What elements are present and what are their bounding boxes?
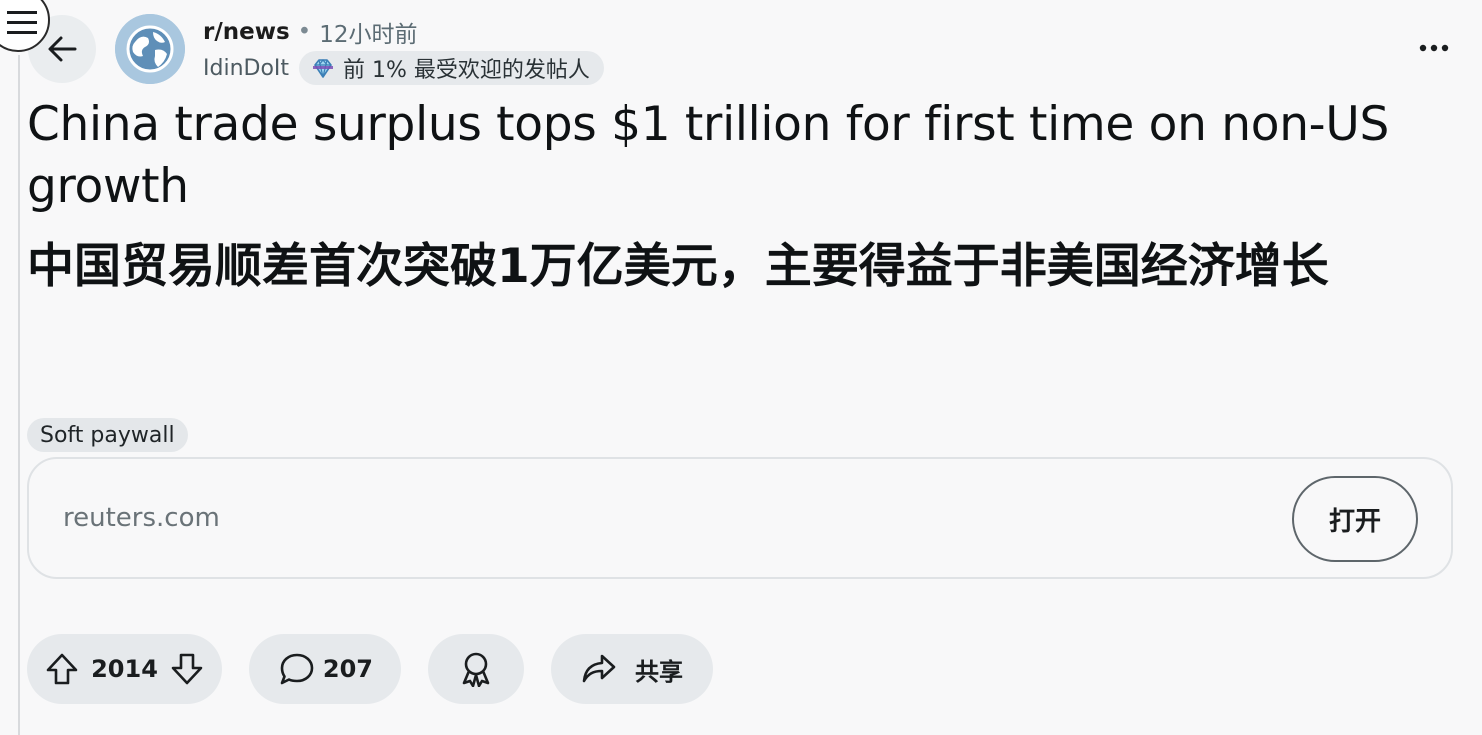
- post-tag: Soft paywall: [27, 418, 188, 452]
- arrow-up-icon[interactable]: [45, 652, 79, 686]
- link-domain: reuters.com: [63, 503, 220, 533]
- gem-icon: [311, 56, 335, 80]
- vote-control: 2014: [27, 634, 222, 704]
- left-divider: [18, 55, 20, 735]
- post-meta: r/news • 12小时前 IdinDoIt 前 1% 最受欢迎的发帖人: [203, 14, 604, 86]
- author-flair: 前 1% 最受欢迎的发帖人: [299, 51, 604, 85]
- comment-count: 207: [322, 655, 373, 683]
- open-link-button[interactable]: 打开: [1292, 476, 1418, 562]
- subreddit-avatar[interactable]: [115, 14, 185, 84]
- more-options-button[interactable]: [1416, 34, 1452, 62]
- hamburger-menu-icon: [7, 10, 37, 36]
- comments-button[interactable]: 207: [249, 634, 401, 704]
- share-label: 共享: [635, 657, 683, 686]
- more-horizontal-icon: [1419, 44, 1449, 52]
- vote-count: 2014: [91, 655, 158, 683]
- globe-icon: [115, 14, 185, 84]
- reddit-post-page: r/news • 12小时前 IdinDoIt 前 1% 最受欢迎的发帖人 Ch…: [0, 0, 1482, 735]
- award-button[interactable]: [428, 634, 524, 704]
- meta-separator: •: [297, 19, 312, 45]
- share-arrow-icon: [581, 653, 617, 685]
- flair-label: 前 1% 最受欢迎的发帖人: [343, 58, 590, 83]
- arrow-left-icon: [45, 32, 79, 66]
- post-age: 12小时前: [319, 22, 418, 48]
- arrow-down-icon[interactable]: [170, 652, 204, 686]
- share-button[interactable]: 共享: [551, 634, 713, 704]
- author-username[interactable]: IdinDoIt: [203, 56, 289, 81]
- post-title-english: China trade surplus tops $1 trillion for…: [27, 97, 1389, 214]
- post-title-chinese: 中国贸易顺差首次突破1万亿美元，主要得益于非美国经济增长: [27, 239, 1329, 294]
- subreddit-name[interactable]: r/news: [203, 19, 290, 45]
- post-actions: 2014 207 共享: [27, 634, 713, 704]
- speech-bubble-icon: [279, 652, 315, 686]
- link-preview-card[interactable]: reuters.com 打开: [27, 457, 1453, 579]
- award-ribbon-icon: [459, 651, 493, 687]
